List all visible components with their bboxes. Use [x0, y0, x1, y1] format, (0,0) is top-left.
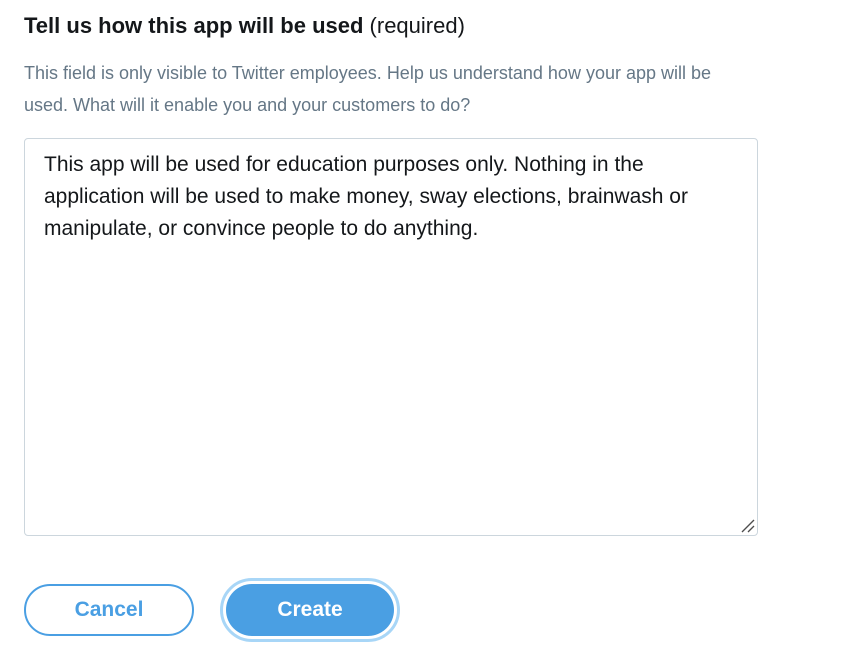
create-button[interactable]: Create [226, 584, 394, 636]
app-usage-textarea[interactable]: This app will be used for education purp… [24, 138, 758, 536]
field-help-text: This field is only visible to Twitter em… [24, 63, 712, 115]
field-heading: Tell us how this app will be used (requi… [24, 12, 465, 40]
textarea-value[interactable]: This app will be used for education purp… [44, 149, 744, 245]
field-title: Tell us how this app will be used [24, 13, 364, 38]
resize-handle-icon[interactable] [739, 517, 755, 533]
cancel-button[interactable]: Cancel [24, 584, 194, 636]
required-marker: (required) [369, 13, 465, 38]
